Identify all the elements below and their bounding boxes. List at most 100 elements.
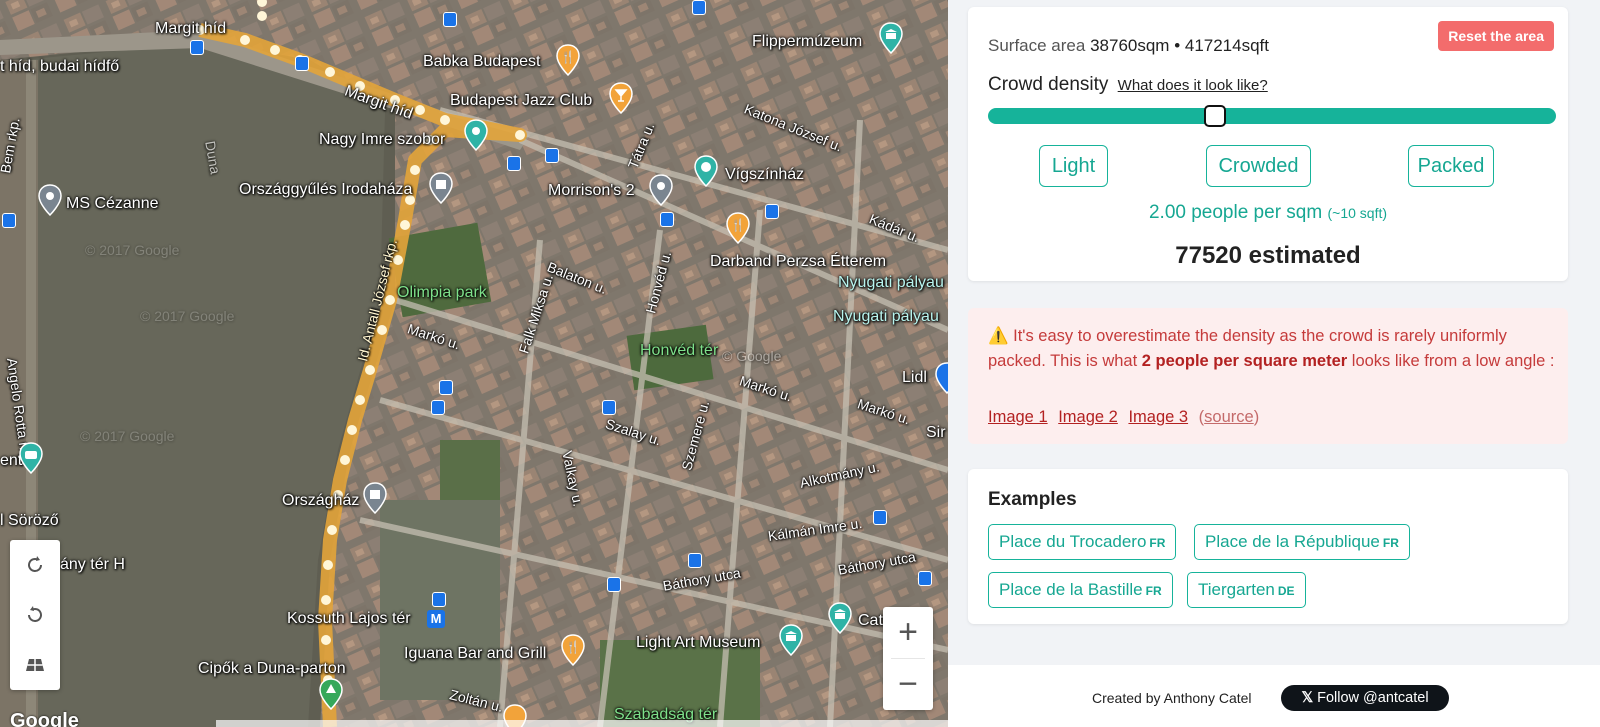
rotate-counterclockwise-button[interactable]: [10, 590, 60, 640]
map-label: Iguana Bar and Grill: [404, 645, 547, 662]
bus-stop-icon[interactable]: [607, 577, 621, 592]
example-name: Place de la Bastille: [999, 580, 1143, 599]
country-code: FR: [1149, 536, 1166, 550]
bar-pin-icon[interactable]: [608, 82, 634, 114]
packed-preset-button[interactable]: Packed: [1408, 145, 1494, 187]
density-slider-track[interactable]: [988, 108, 1556, 124]
tilt-view-icon: [26, 659, 44, 671]
people-per-sqm-value: 2.00 people per sqm: [1148, 202, 1323, 223]
country-code: FR: [1145, 584, 1162, 598]
map-label: Nagy Imre szobor: [319, 131, 446, 148]
restaurant-pin-icon[interactable]: 🍴: [555, 44, 581, 76]
follow-on-x-button[interactable]: 𝕏 Follow @antcatel: [1281, 685, 1449, 711]
map-view[interactable]: Margit híd Margit híd t híd, budai hídfő…: [0, 0, 948, 727]
svg-text:🍴: 🍴: [731, 218, 746, 232]
camera-pin-icon[interactable]: [18, 442, 44, 474]
map-label: Cat: [858, 612, 883, 629]
map-label: MS Cézanne: [66, 195, 159, 212]
bus-stop-icon[interactable]: [918, 571, 932, 586]
reset-area-button[interactable]: Reset the area: [1438, 21, 1554, 51]
building-pin-icon[interactable]: [428, 172, 454, 204]
bus-stop-icon[interactable]: [660, 212, 674, 227]
building-pin-icon[interactable]: [362, 482, 388, 514]
map-label: Kossuth Lajos tér: [287, 610, 411, 627]
light-preset-button[interactable]: Light: [1039, 145, 1108, 187]
bus-stop-icon[interactable]: [688, 553, 702, 568]
bus-stop-icon[interactable]: [443, 12, 457, 27]
bus-stop-icon[interactable]: [507, 156, 521, 171]
bus-stop-icon[interactable]: [602, 400, 616, 415]
x-logo-icon: 𝕏: [1301, 690, 1314, 706]
map-watermark: © 2017 Google: [80, 428, 175, 444]
bus-stop-icon[interactable]: [295, 56, 309, 71]
example-republique-button[interactable]: Place de la République FR: [1194, 524, 1410, 560]
rotate-left-icon: [28, 606, 42, 622]
museum-pin-icon[interactable]: [778, 624, 804, 656]
map-label: Nyugati pályau: [833, 308, 939, 325]
tilt-button[interactable]: [10, 640, 60, 690]
bus-stop-icon[interactable]: [545, 148, 559, 163]
bus-stop-icon[interactable]: [873, 510, 887, 525]
map-label: Budapest Jazz Club: [450, 92, 593, 109]
follow-label: Follow @antcatel: [1317, 690, 1429, 706]
surface-area-label: Surface area: [988, 36, 1086, 55]
park-pin-icon[interactable]: [318, 678, 344, 710]
crowd-density-label: Crowd density: [988, 74, 1109, 95]
image-3-link[interactable]: Image 3: [1128, 408, 1188, 426]
monument-pin-icon[interactable]: [463, 119, 489, 151]
bus-stop-icon[interactable]: [2, 213, 16, 228]
place-pin-icon[interactable]: [37, 184, 63, 216]
restaurant-pin-icon[interactable]: 🍴: [560, 634, 586, 666]
image-2-link[interactable]: Image 2: [1058, 408, 1118, 426]
image-1-link[interactable]: Image 1: [988, 408, 1048, 426]
map-label: t híd, budai hídfő: [0, 58, 120, 75]
zoom-out-button[interactable]: −: [883, 659, 933, 710]
example-trocadero-button[interactable]: Place du Trocadero FR: [988, 524, 1177, 560]
map-watermark: © 2017 Google: [140, 308, 235, 324]
examples-heading: Examples: [988, 489, 1077, 510]
bus-stop-icon[interactable]: [431, 400, 445, 415]
crowd-density-heading: Crowd density What does it look like?: [988, 74, 1268, 96]
shop-pin-icon[interactable]: [934, 362, 948, 394]
example-name: Tiergarten: [1198, 580, 1275, 599]
zoom-in-button[interactable]: +: [883, 607, 933, 658]
surface-area: Surface area 38760sqm • 417214sqft: [988, 36, 1269, 56]
bus-stop-icon[interactable]: [432, 592, 446, 607]
theater-pin-icon[interactable]: [693, 155, 719, 187]
map-label: Lidl: [902, 369, 927, 386]
bus-stop-icon[interactable]: [692, 0, 706, 15]
country-code: FR: [1382, 536, 1399, 550]
map-label: Országház: [282, 492, 360, 509]
map-watermark: © 2017 Google: [85, 242, 180, 258]
density-slider-thumb[interactable]: [1204, 105, 1227, 127]
metro-icon[interactable]: M: [427, 610, 445, 628]
source-link[interactable]: source: [1204, 408, 1254, 426]
map-label: Darband Perzsa Étterem: [710, 253, 887, 270]
example-tiergarten-button[interactable]: Tiergarten DE: [1187, 572, 1306, 608]
bus-stop-icon[interactable]: [765, 204, 779, 219]
restaurant-pin-icon[interactable]: 🍴: [725, 212, 751, 244]
estimated-count: 77520 estimated: [1175, 242, 1361, 269]
footer: Created by Anthony Catel 𝕏 Follow @antcat…: [948, 665, 1600, 727]
surface-area-value: 38760sqm • 417214sqft: [1090, 36, 1269, 55]
rotate-clockwise-button[interactable]: [10, 540, 60, 590]
bus-stop-icon[interactable]: [190, 40, 204, 55]
source-wrapper: (source): [1198, 408, 1260, 426]
museum-pin-icon[interactable]: [878, 22, 904, 54]
example-name: Place de la République: [1205, 532, 1380, 551]
map-attribution-bar: [216, 720, 948, 727]
crowded-preset-button[interactable]: Crowded: [1206, 145, 1311, 187]
map-label: Országgyűlés Irodaháza: [239, 181, 413, 198]
examples-card: Examples Place du Trocadero FR Place de l…: [968, 469, 1568, 624]
what-does-it-look-like-link[interactable]: What does it look like?: [1118, 77, 1268, 94]
map-label: l Söröző: [0, 512, 59, 529]
museum-pin-icon[interactable]: [827, 602, 853, 634]
example-image-links: Image 1 Image 2 Image 3 (source): [988, 408, 1259, 427]
example-bastille-button[interactable]: Place de la Bastille FR: [988, 572, 1173, 608]
place-pin-icon[interactable]: [648, 174, 674, 206]
warning-icon: ⚠️: [988, 327, 1009, 345]
map-label: Margit híd: [155, 20, 227, 37]
crowd-estimate-card: Surface area 38760sqm • 417214sqft Reset…: [968, 7, 1568, 281]
svg-text:🍴: 🍴: [561, 50, 576, 64]
bus-stop-icon[interactable]: [439, 380, 453, 395]
